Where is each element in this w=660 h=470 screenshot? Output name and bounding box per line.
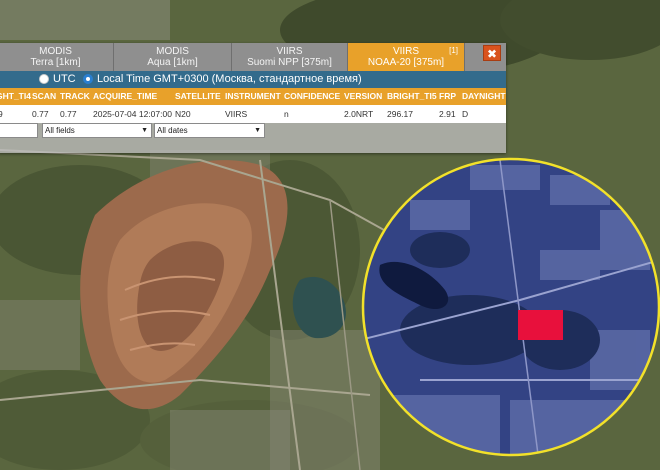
table-cell: VIIRS	[225, 109, 248, 119]
fire-info-popup: MODIS Terra [1km] MODIS Aqua [1km] VIIRS…	[0, 43, 506, 153]
tab-sublabel: NOAA-20 [375m]	[367, 57, 445, 68]
filter-text-input[interactable]	[0, 123, 38, 138]
chevron-down-icon: ▼	[141, 127, 148, 134]
table-cell: 0.77	[32, 109, 49, 119]
tab-sublabel: Suomi NPP [375m]	[247, 57, 332, 68]
tab-sublabel: Aqua [1km]	[147, 57, 198, 68]
table-cell: 2.91	[439, 109, 456, 119]
table-cell: 0.77	[60, 109, 77, 119]
tab-label: MODIS	[156, 46, 189, 57]
col-header[interactable]: ACQUIRE_TIME	[93, 88, 157, 105]
tab-label: VIIRS	[392, 46, 420, 57]
local-time-label[interactable]: Local Time GMT+0300 (Москва, стандартное…	[97, 71, 362, 88]
tab-label: MODIS	[39, 46, 72, 57]
table-cell: N20	[175, 109, 191, 119]
satellite-tabs: MODIS Terra [1km] MODIS Aqua [1km] VIIRS…	[0, 43, 506, 71]
table-cell: 9	[0, 109, 3, 119]
close-button[interactable]: ✖	[483, 45, 501, 61]
col-header[interactable]: CONFIDENCE	[284, 88, 340, 105]
table-cell: 2025-07-04 12:07:00	[93, 109, 172, 119]
table-cell: 296.17	[387, 109, 413, 119]
chevron-down-icon: ▼	[254, 127, 261, 134]
tab-sublabel: Terra [1km]	[30, 57, 81, 68]
tab-modis-terra[interactable]: MODIS Terra [1km]	[0, 43, 114, 71]
close-icon: ✖	[486, 47, 498, 61]
dates-select-value: All dates	[157, 126, 188, 135]
tab-modis-aqua[interactable]: MODIS Aqua [1km]	[114, 43, 232, 71]
table-row: 9 0.77 0.77 2025-07-04 12:07:00 N20 VIIR…	[0, 105, 506, 123]
col-header[interactable]: GHT_TI4	[0, 88, 31, 105]
table-header: GHT_TI4 SCAN TRACK ACQUIRE_TIME SATELLIT…	[0, 88, 506, 105]
col-header[interactable]: TRACK	[60, 88, 90, 105]
col-header[interactable]: SCAN	[32, 88, 56, 105]
table-cell: D	[462, 109, 469, 119]
utc-radio[interactable]	[39, 74, 49, 84]
col-header[interactable]: DAYNIGHT	[462, 88, 506, 105]
utc-label[interactable]: UTC	[53, 71, 76, 88]
dates-select[interactable]: All dates ▼	[154, 123, 265, 138]
table-cell: 2.0NRT	[344, 109, 374, 119]
col-header[interactable]: FRP	[439, 88, 456, 105]
table-cell: n	[284, 109, 289, 119]
local-time-radio[interactable]	[83, 74, 93, 84]
fields-select-value: All fields	[45, 126, 75, 135]
tab-badge: [1]	[449, 46, 458, 55]
tab-viirs-noaa-20[interactable]: [1] VIIRS NOAA-20 [375m]	[348, 43, 465, 71]
col-header[interactable]: BRIGHT_TI5	[387, 88, 437, 105]
col-header[interactable]: SATELLITE	[175, 88, 221, 105]
fire-hotspot-marker[interactable]	[518, 310, 563, 340]
filter-row: All fields ▼ All dates ▼	[0, 123, 506, 140]
tab-viirs-suomi-npp[interactable]: VIIRS Suomi NPP [375m]	[232, 43, 348, 71]
col-header[interactable]: INSTRUMENT	[225, 88, 281, 105]
timezone-selector: UTC Local Time GMT+0300 (Москва, стандар…	[0, 71, 506, 88]
col-header[interactable]: VERSION	[344, 88, 382, 105]
tab-label: VIIRS	[276, 46, 303, 57]
fields-select[interactable]: All fields ▼	[42, 123, 152, 138]
